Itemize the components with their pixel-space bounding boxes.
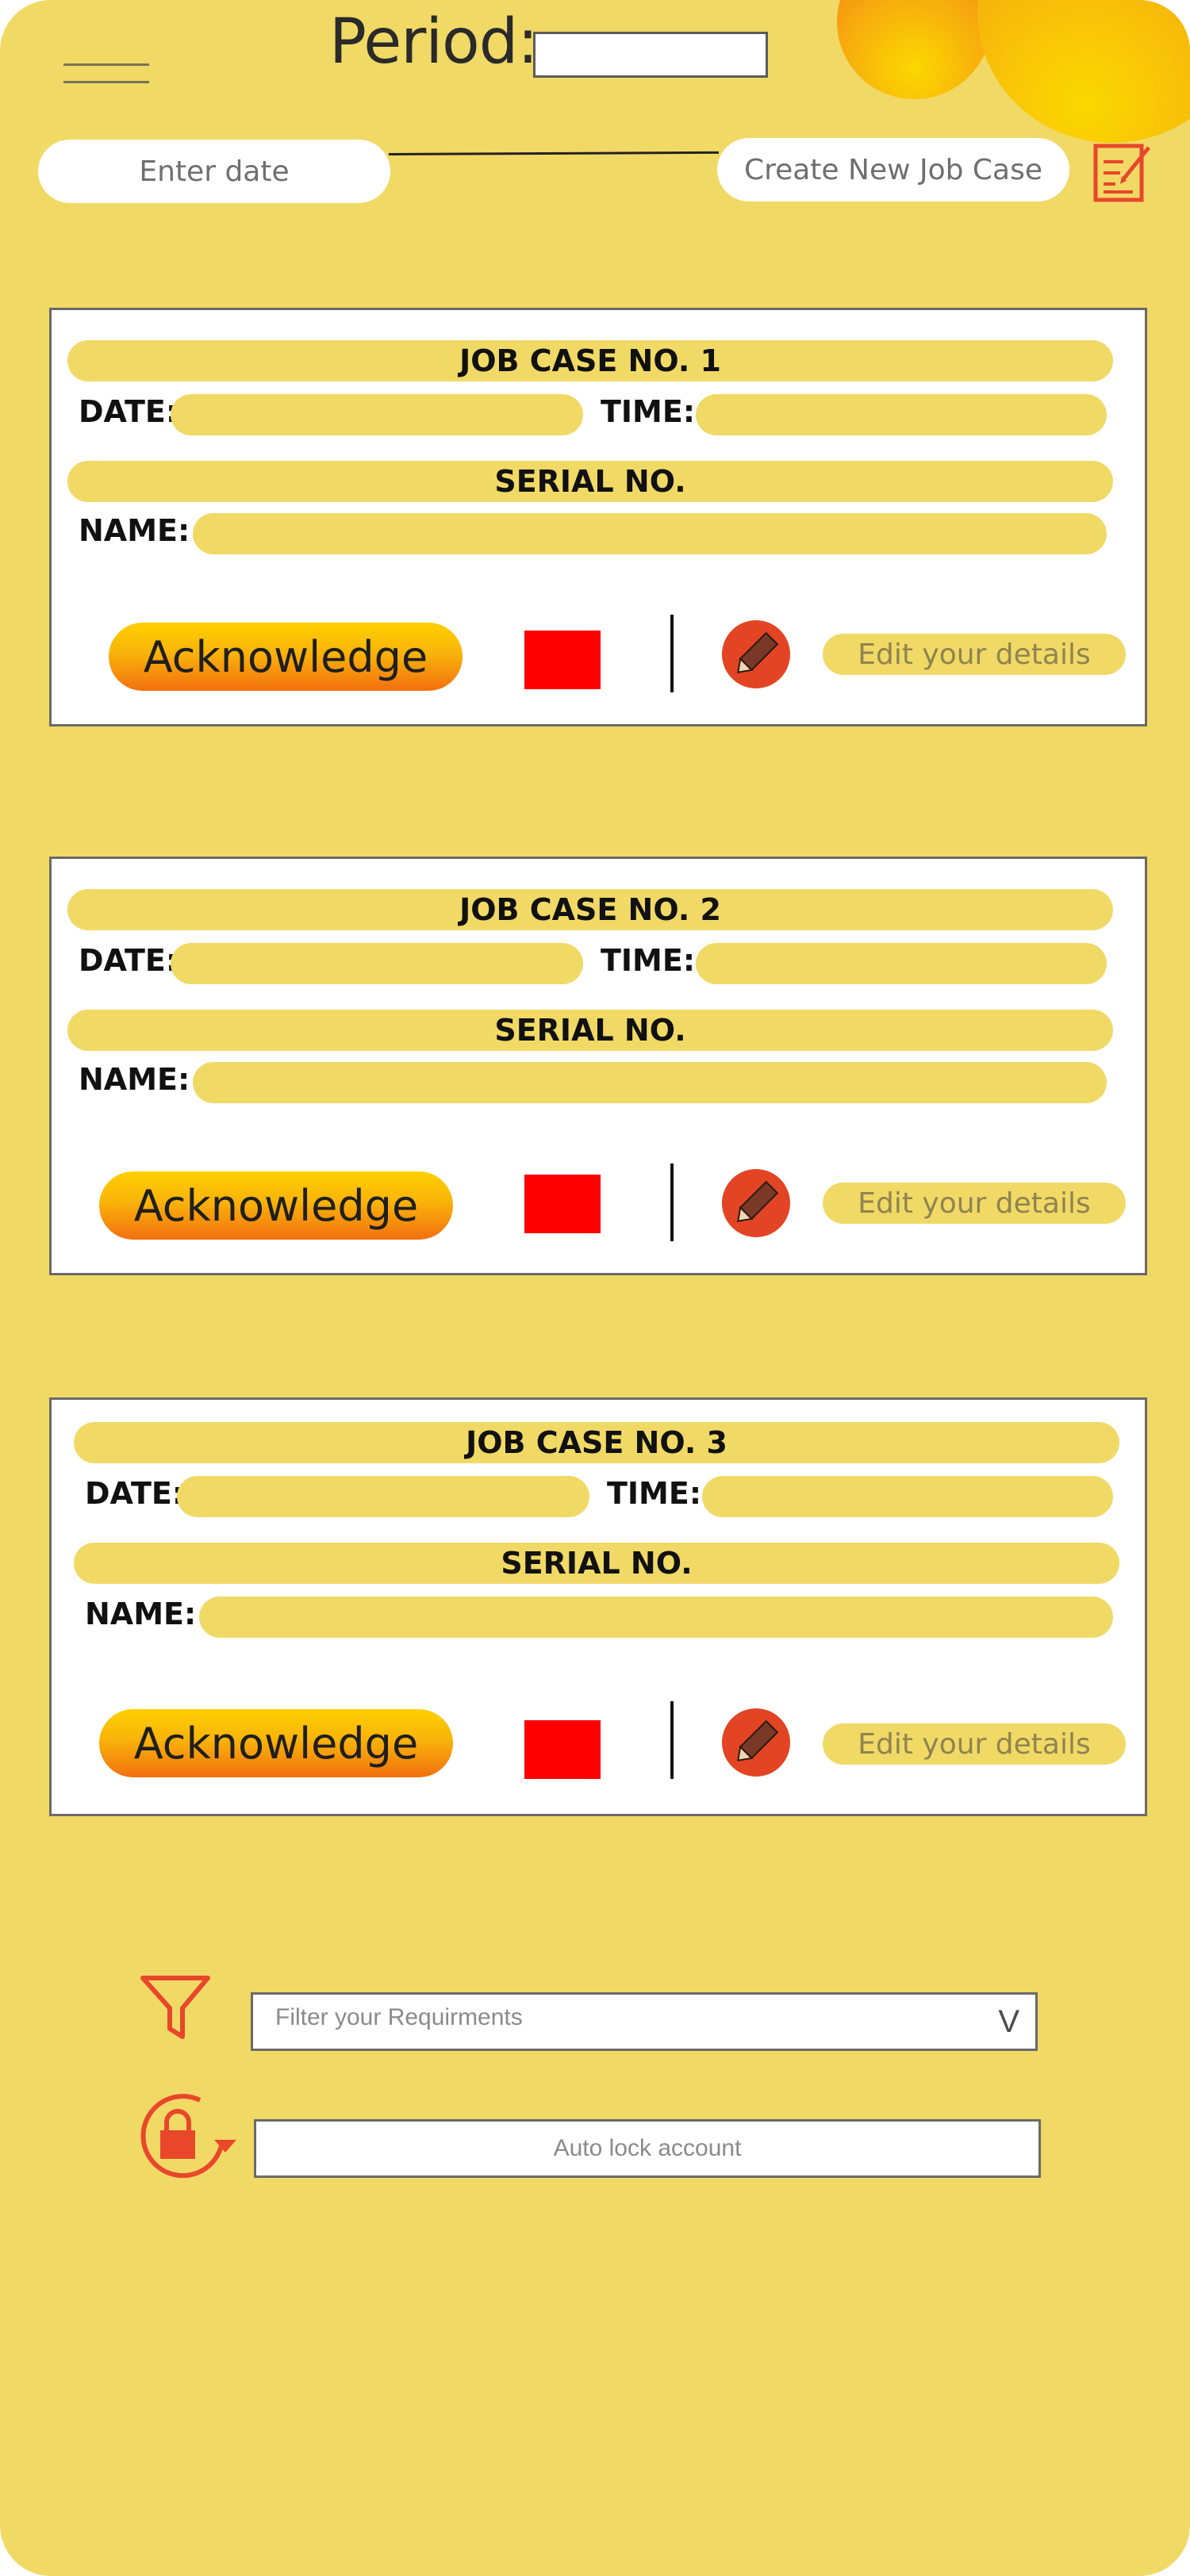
filter-placeholder: Filter your Requirments bbox=[275, 2004, 523, 2030]
job-case-title: JOB CASE NO. 2 bbox=[67, 889, 1113, 930]
divider bbox=[670, 1701, 674, 1779]
hamburger-menu-icon[interactable] bbox=[63, 59, 149, 87]
name-label: NAME: bbox=[79, 513, 190, 548]
date-field[interactable] bbox=[177, 1476, 589, 1517]
job-case-title: JOB CASE NO. 3 bbox=[74, 1422, 1119, 1463]
menu-line bbox=[63, 63, 149, 66]
job-case-title: JOB CASE NO. 1 bbox=[67, 340, 1113, 381]
decorative-circle bbox=[977, 0, 1190, 143]
acknowledge-button[interactable]: Acknowledge bbox=[99, 1709, 453, 1777]
acknowledge-button[interactable]: Acknowledge bbox=[99, 1171, 453, 1240]
name-label: NAME: bbox=[79, 1062, 190, 1097]
filter-funnel-icon[interactable] bbox=[140, 1973, 211, 2045]
serial-no-field[interactable]: SERIAL NO. bbox=[67, 461, 1113, 502]
time-label: TIME: bbox=[601, 943, 696, 978]
edit-details-button[interactable]: Edit your details bbox=[823, 1183, 1126, 1224]
name-field[interactable] bbox=[199, 1597, 1113, 1638]
date-input[interactable]: Enter date bbox=[38, 140, 390, 203]
time-field[interactable] bbox=[696, 394, 1107, 435]
status-indicator bbox=[524, 1720, 601, 1779]
divider bbox=[670, 1163, 674, 1241]
status-indicator bbox=[524, 1175, 601, 1233]
date-field[interactable] bbox=[171, 394, 583, 435]
app-screen: Period: Enter date Create New Job Case J… bbox=[0, 0, 1190, 2576]
divider bbox=[670, 615, 674, 692]
name-field[interactable] bbox=[193, 1062, 1107, 1103]
serial-no-field[interactable]: SERIAL NO. bbox=[74, 1543, 1119, 1584]
acknowledge-button[interactable]: Acknowledge bbox=[109, 623, 463, 691]
time-label: TIME: bbox=[601, 394, 696, 429]
edit-details-button[interactable]: Edit your details bbox=[823, 634, 1126, 675]
filter-dropdown[interactable]: Filter your Requirments V bbox=[251, 1992, 1038, 2051]
chevron-down-icon: V bbox=[998, 2004, 1019, 2039]
auto-lock-button[interactable]: Auto lock account bbox=[254, 2119, 1041, 2178]
decorative-circle bbox=[837, 0, 992, 99]
name-field[interactable] bbox=[193, 513, 1107, 554]
date-field[interactable] bbox=[171, 943, 583, 984]
status-indicator bbox=[524, 631, 601, 689]
time-label: TIME: bbox=[607, 1476, 702, 1511]
name-label: NAME: bbox=[85, 1597, 197, 1631]
job-case-card: JOB CASE NO. 1 DATE: TIME: SERIAL NO. NA… bbox=[49, 308, 1147, 726]
edit-document-icon[interactable] bbox=[1092, 138, 1155, 205]
create-job-case-button[interactable]: Create New Job Case bbox=[717, 138, 1069, 201]
date-label: DATE: bbox=[79, 943, 178, 978]
job-case-card: JOB CASE NO. 2 DATE: TIME: SERIAL NO. NA… bbox=[49, 857, 1147, 1275]
time-field[interactable] bbox=[696, 943, 1107, 984]
pencil-icon[interactable] bbox=[721, 1168, 791, 1238]
time-field[interactable] bbox=[702, 1476, 1113, 1517]
lock-rotate-icon[interactable] bbox=[136, 2094, 240, 2181]
job-case-card: JOB CASE NO. 3 DATE: TIME: SERIAL NO. NA… bbox=[49, 1397, 1147, 1816]
period-input[interactable] bbox=[533, 32, 768, 78]
date-label: DATE: bbox=[85, 1476, 185, 1511]
connector-line bbox=[388, 151, 720, 155]
menu-line bbox=[63, 81, 149, 83]
pencil-icon[interactable] bbox=[721, 619, 791, 689]
period-label: Period: bbox=[329, 6, 538, 78]
date-label: DATE: bbox=[79, 394, 178, 429]
edit-details-button[interactable]: Edit your details bbox=[823, 1723, 1126, 1765]
serial-no-field[interactable]: SERIAL NO. bbox=[67, 1010, 1113, 1051]
pencil-icon[interactable] bbox=[721, 1708, 791, 1777]
